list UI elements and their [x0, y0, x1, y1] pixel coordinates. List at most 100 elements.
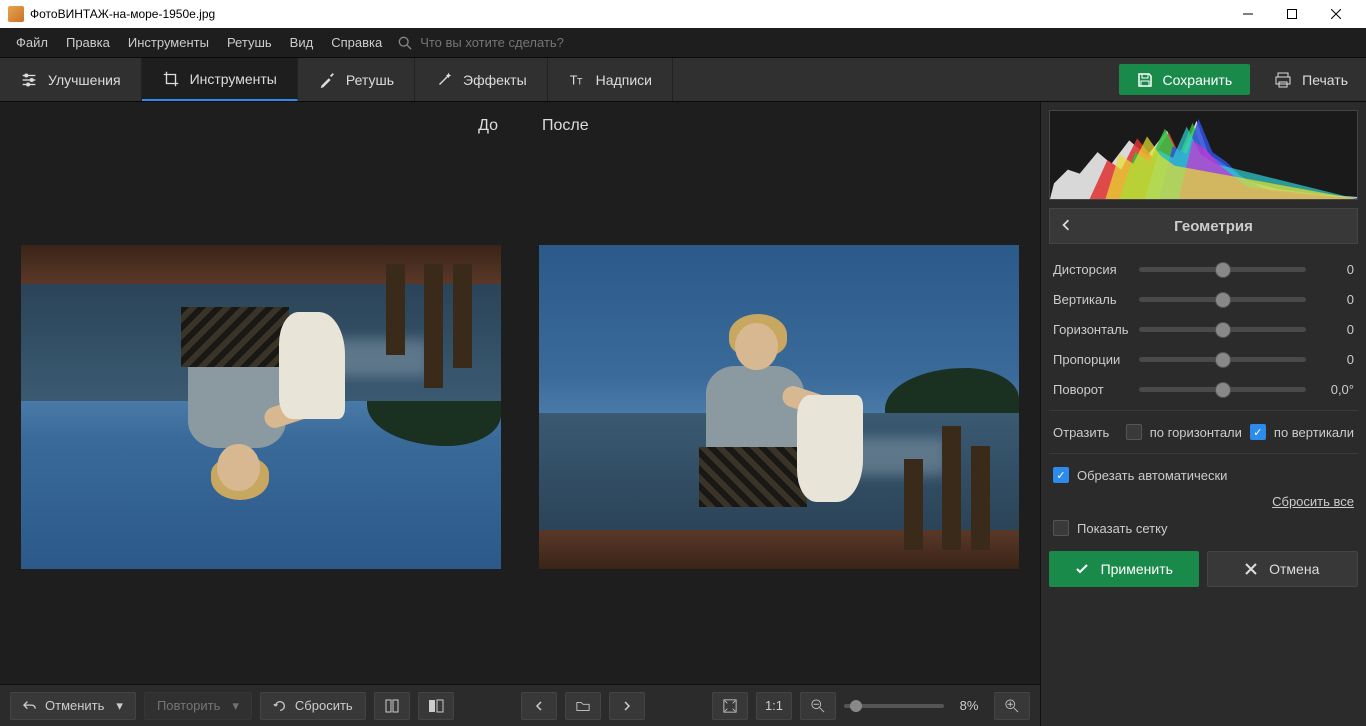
- zoom-in-button[interactable]: [994, 692, 1030, 720]
- tab-effects[interactable]: Эффекты: [415, 58, 548, 101]
- side-panel: Геометрия Дисторсия 0 Вертикаль 0 Горизо…: [1040, 102, 1366, 726]
- search-input[interactable]: [420, 35, 620, 50]
- chevron-left-icon: [1060, 219, 1072, 231]
- check-icon: [1075, 562, 1089, 576]
- slider-horizontal-value[interactable]: 0: [1314, 322, 1354, 337]
- grid-row: Показать сетку: [1049, 513, 1358, 543]
- after-view: После: [528, 112, 1030, 674]
- tab-tools[interactable]: Инструменты: [142, 58, 298, 101]
- compare-button[interactable]: [418, 692, 454, 720]
- menu-retouch[interactable]: Ретушь: [219, 31, 280, 54]
- slider-proportions: Пропорции 0: [1049, 344, 1358, 374]
- fit-icon: [723, 699, 737, 713]
- apply-label: Применить: [1101, 561, 1173, 577]
- menu-edit[interactable]: Правка: [58, 31, 118, 54]
- slider-proportions-label: Пропорции: [1053, 352, 1131, 367]
- flip-horizontal-checkbox[interactable]: [1126, 424, 1142, 440]
- search-icon: [398, 36, 412, 50]
- history-button[interactable]: [374, 692, 410, 720]
- redo-label: Повторить: [157, 698, 220, 713]
- brush-icon: [318, 71, 336, 89]
- print-icon: [1274, 71, 1292, 89]
- menu-help[interactable]: Справка: [323, 31, 390, 54]
- minimize-button[interactable]: [1226, 0, 1270, 28]
- grid-checkbox[interactable]: [1053, 520, 1069, 536]
- tab-captions[interactable]: TT Надписи: [548, 58, 673, 101]
- fit-screen-button[interactable]: [712, 692, 748, 720]
- cancel-button[interactable]: Отмена: [1207, 551, 1359, 587]
- tab-enhance[interactable]: Улучшения: [0, 58, 142, 101]
- reset-all-link[interactable]: Сбросить все: [1049, 490, 1358, 513]
- slider-distortion-label: Дисторсия: [1053, 262, 1131, 277]
- app-logo-icon: [8, 6, 24, 22]
- panel-title: Геометрия: [1080, 218, 1347, 235]
- compare-icon: [428, 698, 444, 714]
- slider-horizontal-label: Горизонталь: [1053, 322, 1131, 337]
- print-button[interactable]: Печать: [1256, 58, 1366, 101]
- slider-proportions-value[interactable]: 0: [1314, 352, 1354, 367]
- slider-distortion: Дисторсия 0: [1049, 254, 1358, 284]
- zoom-ratio-button[interactable]: 1:1: [756, 692, 792, 720]
- tab-retouch-label: Ретушь: [346, 72, 394, 88]
- undo-button[interactable]: Отменить▾: [10, 692, 136, 720]
- after-image[interactable]: [539, 245, 1019, 569]
- reset-button[interactable]: Сбросить: [260, 692, 366, 720]
- slider-distortion-track[interactable]: [1139, 267, 1306, 272]
- tab-retouch[interactable]: Ретушь: [298, 58, 415, 101]
- tab-tools-label: Инструменты: [190, 71, 277, 87]
- folder-icon: [576, 699, 590, 713]
- save-button[interactable]: Сохранить: [1119, 64, 1251, 95]
- zoom-slider[interactable]: [844, 704, 944, 708]
- flip-vertical-label: по вертикали: [1274, 425, 1354, 440]
- menu-file[interactable]: Файл: [8, 31, 56, 54]
- slider-vertical-track[interactable]: [1139, 297, 1306, 302]
- zoom-ratio-label: 1:1: [765, 698, 783, 713]
- flip-vertical-checkbox[interactable]: [1250, 424, 1266, 440]
- autocrop-checkbox[interactable]: [1053, 467, 1069, 483]
- sliders-icon: [20, 71, 38, 89]
- tab-effects-label: Эффекты: [463, 72, 527, 88]
- reset-label: Сбросить: [295, 698, 353, 713]
- slider-vertical-value[interactable]: 0: [1314, 292, 1354, 307]
- apply-button[interactable]: Применить: [1049, 551, 1199, 587]
- slider-rotate-track[interactable]: [1139, 387, 1306, 392]
- menu-view[interactable]: Вид: [282, 31, 322, 54]
- zoom-out-button[interactable]: [800, 692, 836, 720]
- bottombar: Отменить▾ Повторить▾ Сбросить 1:1 8%: [0, 684, 1040, 726]
- flip-label: Отразить: [1053, 425, 1109, 440]
- nav-prev-button[interactable]: [521, 692, 557, 720]
- slider-horizontal-track[interactable]: [1139, 327, 1306, 332]
- zoom-out-icon: [811, 699, 825, 713]
- history-icon: [384, 698, 400, 714]
- menu-search[interactable]: [398, 35, 620, 50]
- after-label: После: [528, 112, 1030, 140]
- menu-tools[interactable]: Инструменты: [120, 31, 217, 54]
- menubar: Файл Правка Инструменты Ретушь Вид Справ…: [0, 28, 1366, 58]
- before-image[interactable]: [21, 245, 501, 569]
- slider-proportions-track[interactable]: [1139, 357, 1306, 362]
- flip-horizontal-label: по горизонтали: [1150, 425, 1242, 440]
- zoom-in-icon: [1005, 699, 1019, 713]
- grid-label: Показать сетку: [1077, 521, 1167, 536]
- titlebar: ФотоВИНТАЖ - на-море-1950е.jpg: [0, 0, 1366, 28]
- redo-button[interactable]: Повторить▾: [144, 692, 252, 720]
- slider-distortion-value[interactable]: 0: [1314, 262, 1354, 277]
- zoom-percent: 8%: [952, 698, 986, 713]
- file-name: на-море-1950е.jpg: [113, 7, 215, 21]
- app-name: ФотоВИНТАЖ: [30, 7, 109, 21]
- save-label: Сохранить: [1163, 72, 1233, 88]
- nav-next-button[interactable]: [609, 692, 645, 720]
- before-label: До: [10, 112, 512, 140]
- svg-text:T: T: [577, 76, 583, 86]
- before-view: До: [10, 112, 512, 674]
- chevron-left-icon: [534, 701, 544, 711]
- maximize-button[interactable]: [1270, 0, 1314, 28]
- histogram[interactable]: [1049, 110, 1358, 200]
- slider-rotate-value[interactable]: 0,0°: [1314, 382, 1354, 397]
- close-icon: [1245, 563, 1257, 575]
- open-folder-button[interactable]: [565, 692, 601, 720]
- tab-captions-label: Надписи: [596, 72, 652, 88]
- panel-back-button[interactable]: [1060, 219, 1080, 234]
- close-button[interactable]: [1314, 0, 1358, 28]
- panel-header: Геометрия: [1049, 208, 1358, 244]
